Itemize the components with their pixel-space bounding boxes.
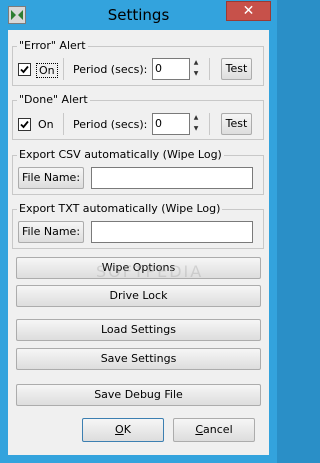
export-txt-legend: Export TXT automatically (Wipe Log) (17, 202, 223, 215)
settings-window: Settings ✕ "Error" Alert On Period (secs… (0, 0, 277, 463)
export-csv-group: Export CSV automatically (Wipe Log) File… (12, 148, 264, 195)
error-alert-on-label[interactable]: On (36, 63, 58, 78)
watermark-text: SOFTPEDIA (96, 262, 204, 281)
close-icon: ✕ (242, 3, 255, 19)
done-alert-test-button[interactable]: Test (221, 113, 252, 135)
error-alert-legend: "Error" Alert (17, 39, 88, 52)
ok-button[interactable]: OK (82, 418, 164, 442)
triangle-down-icon[interactable]: ▼ (190, 124, 202, 135)
triangle-up-icon[interactable]: ▲ (190, 58, 202, 69)
settings-panel: "Error" Alert On Period (secs): 0 ▲ ▼ Te… (8, 30, 269, 455)
export-csv-file-input[interactable] (91, 167, 253, 189)
done-alert-period-label: Period (secs): (73, 118, 148, 131)
done-alert-divider (63, 113, 64, 135)
error-alert-period-input[interactable]: 0 (152, 58, 190, 80)
save-debug-file-button[interactable]: Save Debug File (16, 384, 261, 406)
error-alert-period-stepper[interactable]: ▲ ▼ (190, 58, 202, 80)
done-alert-on-checkbox[interactable] (18, 118, 31, 131)
save-settings-button[interactable]: Save Settings (16, 348, 261, 370)
cancel-button[interactable]: Cancel (173, 418, 255, 442)
export-txt-file-name-button[interactable]: File Name: (18, 221, 84, 243)
export-csv-file-name-button[interactable]: File Name: (18, 167, 84, 189)
done-alert-divider-2 (209, 113, 210, 135)
export-txt-file-input[interactable] (91, 221, 253, 243)
close-button[interactable]: ✕ (226, 1, 271, 21)
export-csv-legend: Export CSV automatically (Wipe Log) (17, 148, 224, 161)
export-txt-group: Export TXT automatically (Wipe Log) File… (12, 202, 264, 249)
done-alert-group: "Done" Alert On Period (secs): 0 ▲ ▼ Tes… (12, 93, 264, 140)
error-alert-group: "Error" Alert On Period (secs): 0 ▲ ▼ Te… (12, 39, 264, 86)
done-alert-period-stepper[interactable]: ▲ ▼ (190, 113, 202, 135)
load-settings-button[interactable]: Load Settings (16, 319, 261, 341)
error-alert-divider (63, 58, 64, 80)
checkmark-icon (20, 120, 29, 129)
triangle-down-icon[interactable]: ▼ (190, 69, 202, 80)
done-alert-on-label[interactable]: On (38, 118, 54, 131)
error-alert-divider-2 (209, 58, 210, 80)
error-alert-test-button[interactable]: Test (221, 58, 252, 80)
error-alert-period-label: Period (secs): (73, 63, 148, 76)
title-bar[interactable]: Settings ✕ (0, 0, 277, 30)
checkmark-icon (20, 65, 29, 74)
error-alert-on-checkbox[interactable] (18, 63, 31, 76)
drive-lock-button[interactable]: Drive Lock (16, 285, 261, 307)
done-alert-legend: "Done" Alert (17, 93, 90, 106)
triangle-up-icon[interactable]: ▲ (190, 113, 202, 124)
done-alert-period-input[interactable]: 0 (152, 113, 190, 135)
